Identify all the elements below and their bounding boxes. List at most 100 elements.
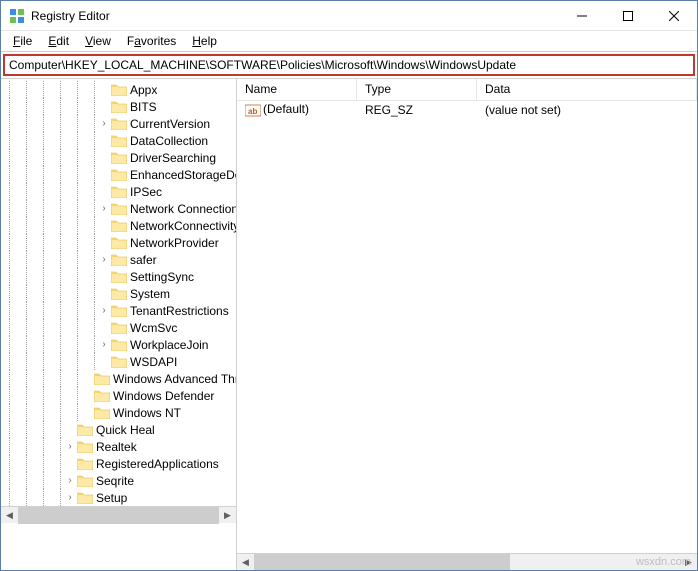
chevron-right-icon[interactable]: ›	[63, 475, 77, 486]
content-area: ›Appx›BITS›CurrentVersion›DataCollection…	[1, 79, 697, 570]
folder-icon	[111, 355, 127, 368]
tree-item[interactable]: ›IPSec	[1, 183, 236, 200]
tree-item[interactable]: › Realtek	[1, 438, 236, 455]
folder-icon	[77, 491, 93, 504]
tree-item[interactable]: › Network Connections	[1, 200, 236, 217]
tree-item[interactable]: ›WSDAPI	[1, 353, 236, 370]
menu-favorites[interactable]: Favorites	[119, 32, 184, 50]
scroll-right-icon[interactable]: ▶	[219, 507, 236, 524]
tree-hscrollbar[interactable]: ◀ ▶	[1, 506, 236, 523]
tree-item-label: IPSec	[130, 185, 162, 199]
folder-icon	[77, 440, 93, 453]
tree-item[interactable]: › Seqrite	[1, 472, 236, 489]
value-data-cell: (value not set)	[477, 103, 697, 117]
tree-item-label: RegisteredApplications	[96, 457, 219, 471]
folder-icon	[111, 253, 127, 266]
tree-item-label: TenantRestrictions	[130, 304, 229, 318]
folder-icon	[111, 185, 127, 198]
folder-icon	[111, 321, 127, 334]
tree-item-label: BITS	[130, 100, 157, 114]
menu-view[interactable]: View	[77, 32, 119, 50]
menu-edit[interactable]: Edit	[40, 32, 77, 50]
tree-item[interactable]: ›CurrentVersion	[1, 115, 236, 132]
chevron-right-icon[interactable]: ›	[97, 339, 111, 350]
folder-icon	[111, 236, 127, 249]
folder-icon	[111, 117, 127, 130]
tree-item[interactable]: ›SettingSync	[1, 268, 236, 285]
folder-icon	[111, 100, 127, 113]
tree-item[interactable]: ›BITS	[1, 98, 236, 115]
chevron-right-icon[interactable]: ›	[97, 254, 111, 265]
values-header: Name Type Data	[237, 79, 697, 101]
tree-item[interactable]: ›NetworkConnectivityStatusIndicator	[1, 217, 236, 234]
window-controls	[559, 1, 697, 30]
tree-item-label: Windows Defender	[113, 389, 214, 403]
tree-item[interactable]: ›Appx	[1, 81, 236, 98]
close-button[interactable]	[651, 1, 697, 30]
values-pane: Name Type Data (Default)REG_SZ(value not…	[237, 79, 697, 570]
scroll-right-icon[interactable]: ▶	[680, 554, 697, 571]
scroll-thumb[interactable]	[254, 554, 510, 571]
tree-item-label: NetworkProvider	[130, 236, 219, 250]
values-hscrollbar[interactable]: ◀ ▶	[237, 553, 697, 570]
folder-icon	[111, 338, 127, 351]
scroll-thumb[interactable]	[18, 507, 219, 524]
tree-item[interactable]: ›WcmSvc	[1, 319, 236, 336]
tree-item[interactable]: ›NetworkProvider	[1, 234, 236, 251]
scroll-left-icon[interactable]: ◀	[237, 554, 254, 571]
tree-item-label: SettingSync	[130, 270, 194, 284]
tree-item-label: WorkplaceJoin	[130, 338, 208, 352]
values-list[interactable]: (Default)REG_SZ(value not set)	[237, 101, 697, 553]
maximize-button[interactable]	[605, 1, 651, 30]
tree-item[interactable]: ›DataCollection	[1, 132, 236, 149]
titlebar: Registry Editor	[1, 1, 697, 31]
value-name-cell: (Default)	[237, 102, 357, 116]
folder-icon	[111, 219, 127, 232]
chevron-right-icon[interactable]: ›	[97, 203, 111, 214]
value-type-cell: REG_SZ	[357, 103, 477, 117]
column-data[interactable]: Data	[477, 79, 697, 100]
chevron-right-icon[interactable]: ›	[97, 305, 111, 316]
folder-icon	[111, 304, 127, 317]
menu-file[interactable]: File	[5, 32, 40, 50]
tree-item[interactable]: ›Windows NT	[1, 404, 236, 421]
tree-item[interactable]: ›Setup	[1, 489, 236, 506]
tree-item-label: EnhancedStorageDevices	[130, 168, 237, 182]
column-type[interactable]: Type	[357, 79, 477, 100]
menu-help[interactable]: Help	[184, 32, 225, 50]
tree-item-label: NetworkConnectivityStatusIndicator	[130, 219, 237, 233]
minimize-button[interactable]	[559, 1, 605, 30]
tree-item[interactable]: ›Windows Advanced Threat Protection	[1, 370, 236, 387]
folder-icon	[111, 83, 127, 96]
address-input[interactable]	[3, 54, 695, 76]
tree-item[interactable]: › safer	[1, 251, 236, 268]
tree-item[interactable]: ›System	[1, 285, 236, 302]
chevron-right-icon[interactable]: ›	[63, 441, 77, 452]
folder-icon	[111, 287, 127, 300]
tree-item[interactable]: ›EnhancedStorageDevices	[1, 166, 236, 183]
app-icon	[9, 8, 25, 24]
tree-item[interactable]: › TenantRestrictions	[1, 302, 236, 319]
tree-item-label: safer	[130, 253, 157, 267]
tree-item[interactable]: ›RegisteredApplications	[1, 455, 236, 472]
tree-item[interactable]: ›Quick Heal	[1, 421, 236, 438]
tree-item[interactable]: › WorkplaceJoin	[1, 336, 236, 353]
tree-item-label: Quick Heal	[96, 423, 155, 437]
tree-item-label: Windows Advanced Threat Protection	[113, 372, 237, 386]
scroll-left-icon[interactable]: ◀	[1, 507, 18, 524]
tree-item-label: Realtek	[96, 440, 137, 454]
tree-item-label: Network Connections	[130, 202, 237, 216]
tree-item[interactable]: ›DriverSearching	[1, 149, 236, 166]
tree-pane[interactable]: ›Appx›BITS›CurrentVersion›DataCollection…	[1, 79, 237, 570]
chevron-right-icon[interactable]: ›	[63, 492, 77, 503]
tree-item-label: Seqrite	[96, 474, 134, 488]
addressbar-container	[1, 51, 697, 79]
registry-editor-window: Registry Editor File Edit View Favorites…	[0, 0, 698, 571]
chevron-right-icon[interactable]: ›	[97, 118, 111, 129]
folder-icon	[94, 406, 110, 419]
folder-icon	[111, 202, 127, 215]
tree-item-label: System	[130, 287, 170, 301]
value-row[interactable]: (Default)REG_SZ(value not set)	[237, 101, 697, 118]
tree-item[interactable]: ›Windows Defender	[1, 387, 236, 404]
column-name[interactable]: Name	[237, 79, 357, 100]
